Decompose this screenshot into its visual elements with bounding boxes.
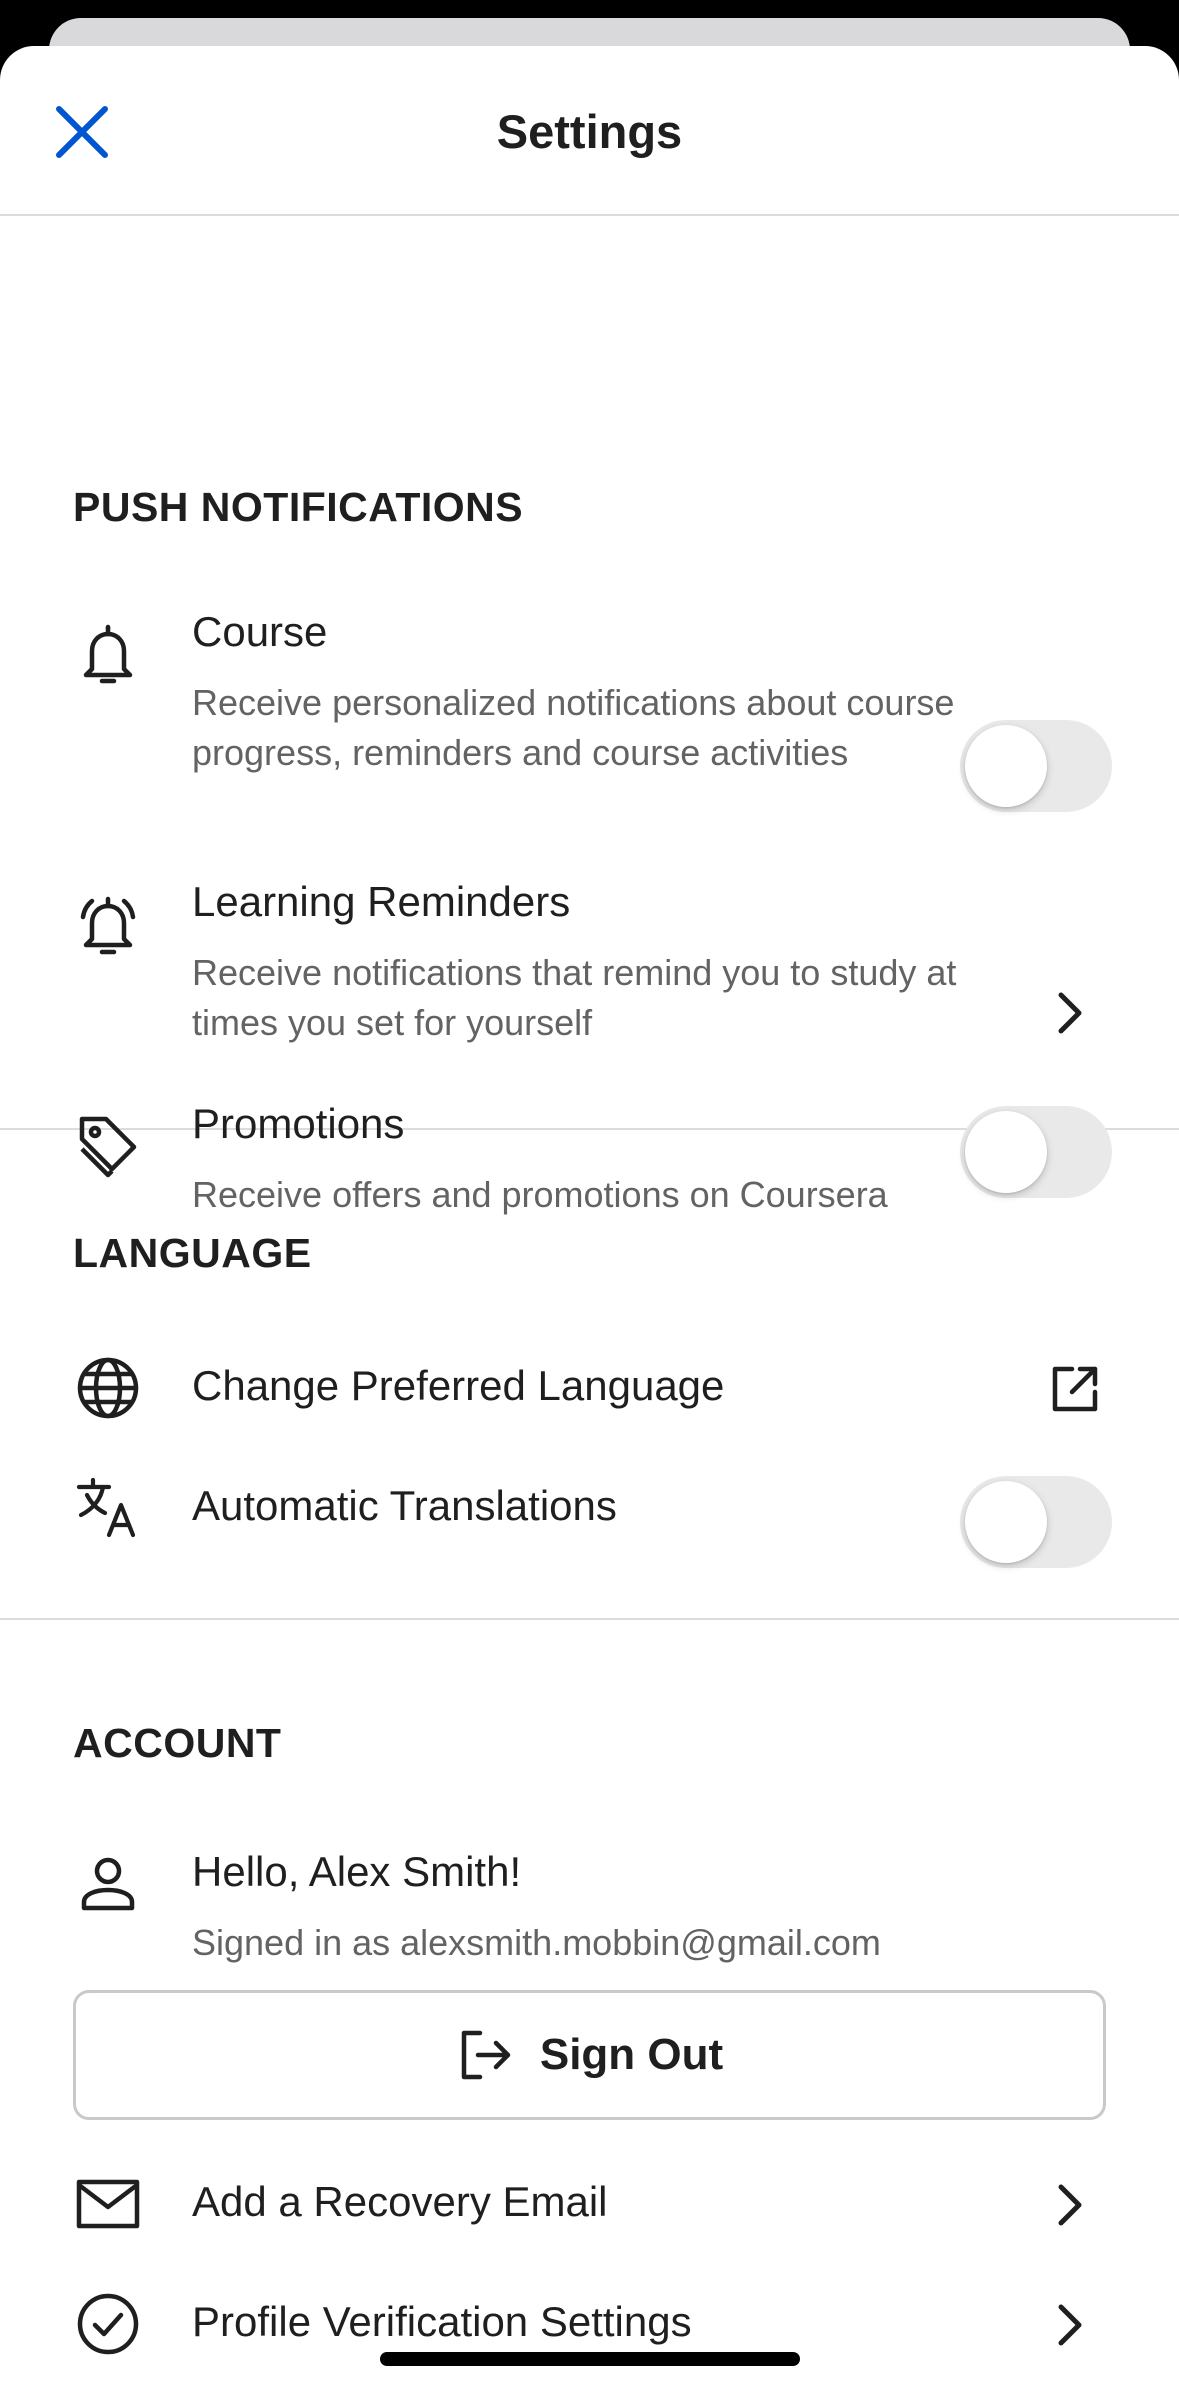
mail-icon [72, 2168, 144, 2240]
chevron-right-icon [1045, 2300, 1095, 2350]
section-language: LANGUAGE Change Preferred Language Autom… [0, 1130, 1179, 1620]
setting-row-recovery-email[interactable]: Add a Recovery Email [0, 2168, 1179, 2268]
sign-out-label: Sign Out [539, 2030, 724, 2079]
external-link-icon [1050, 1364, 1100, 1414]
setting-label-recovery-email: Add a Recovery Email [192, 2178, 608, 2225]
header: Settings [0, 46, 1179, 216]
section-account: ACCOUNT Hello, Alex Smith! Signed in as … [0, 1620, 1179, 2396]
section-title-account: ACCOUNT [73, 1720, 282, 1766]
setting-row-learning-reminders[interactable]: Learning Reminders Receive notifications… [0, 878, 1179, 1098]
setting-label-profile-verification: Profile Verification Settings [192, 2298, 692, 2345]
course-notifications-toggle[interactable] [960, 720, 1112, 812]
section-title-language: LANGUAGE [73, 1230, 312, 1276]
home-indicator [380, 2352, 800, 2366]
check-circle-icon [72, 2288, 144, 2360]
setting-description-course: Receive personalized notifications about… [192, 682, 955, 773]
toggle-knob [965, 1481, 1047, 1563]
setting-row-profile-verification[interactable]: Profile Verification Settings [0, 2288, 1179, 2388]
alarm-bell-icon [72, 890, 144, 962]
setting-row-course: Course Receive personalized notification… [0, 608, 1179, 888]
setting-description-learning-reminders: Receive notifications that remind you to… [192, 952, 957, 1043]
globe-icon [72, 1352, 144, 1424]
settings-sheet: Settings PUSH NOTIFICATIONS Course Recei… [0, 46, 1179, 2396]
setting-row-automatic-translations: Automatic Translations [0, 1472, 1179, 1572]
bell-icon [72, 620, 144, 692]
person-icon [72, 1848, 144, 1920]
setting-label-course: Course [192, 608, 328, 655]
automatic-translations-toggle[interactable] [960, 1476, 1112, 1568]
sign-out-icon [456, 2025, 516, 2085]
account-info-row: Hello, Alex Smith! Signed in as alexsmit… [0, 1848, 1179, 1978]
toggle-knob [965, 725, 1047, 807]
setting-label-preferred-language: Change Preferred Language [192, 1362, 725, 1409]
chevron-right-icon [1045, 988, 1095, 1038]
sign-out-button[interactable]: Sign Out [73, 1990, 1106, 2120]
section-title-push-notifications: PUSH NOTIFICATIONS [73, 484, 524, 530]
setting-label-learning-reminders: Learning Reminders [192, 878, 571, 925]
section-push-notifications: PUSH NOTIFICATIONS Course Receive person… [0, 216, 1179, 1215]
page-title: Settings [496, 105, 683, 158]
chevron-right-icon [1045, 2180, 1095, 2230]
account-greeting: Hello, Alex Smith! [192, 1848, 522, 1895]
setting-label-automatic-translations: Automatic Translations [192, 1482, 617, 1529]
account-signed-in-text: Signed in as alexsmith.mobbin@gmail.com [192, 1922, 881, 1963]
setting-row-preferred-language[interactable]: Change Preferred Language [0, 1352, 1179, 1452]
translate-icon [72, 1472, 144, 1544]
